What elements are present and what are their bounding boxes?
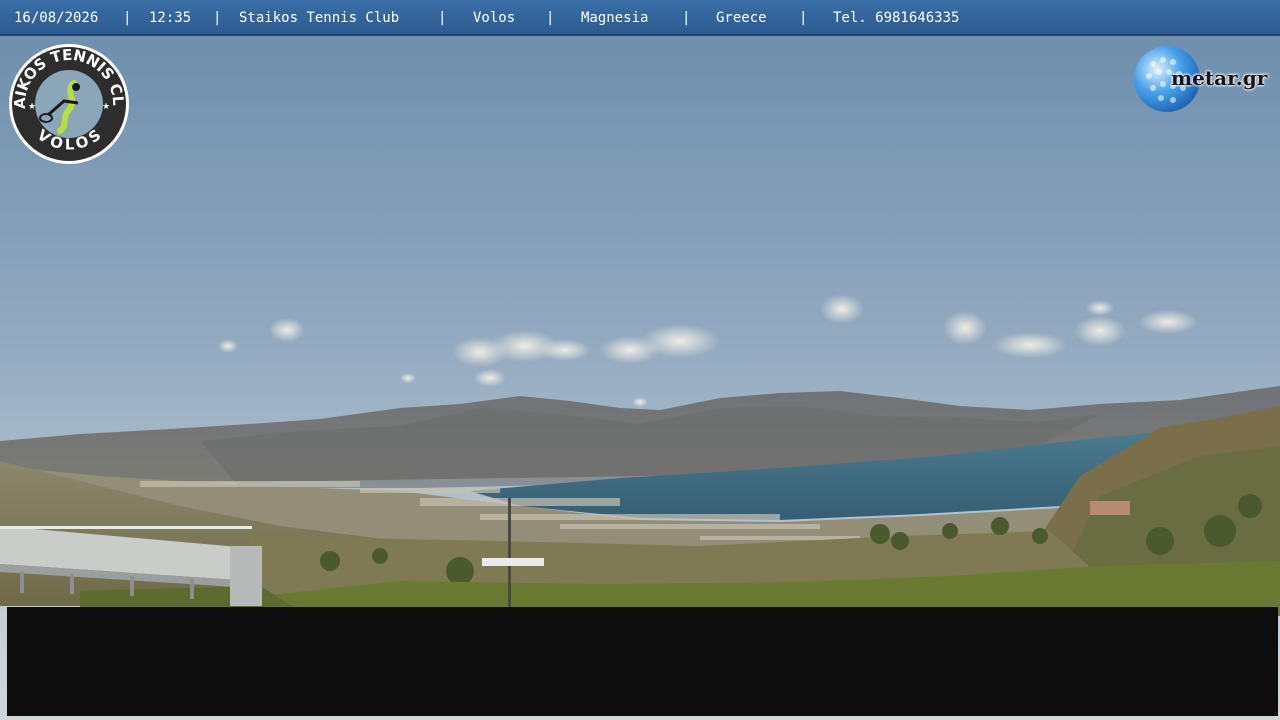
separator: | — [799, 10, 808, 26]
date-text: 16/08/2026 — [14, 10, 99, 26]
red-roof-house — [1090, 501, 1130, 515]
svg-text:★: ★ — [28, 102, 36, 112]
separator: | — [123, 10, 132, 26]
region-text: Magnesia — [581, 10, 649, 26]
separator: | — [213, 10, 222, 26]
phone-text: Tel. 6981646335 — [833, 10, 960, 26]
club-logo: STAIKOS TENNIS CLUB VOLOS ★ ★ — [8, 43, 129, 164]
time-text: 12:35 — [149, 10, 192, 26]
metar-logo-text: metar.gr — [1171, 66, 1268, 90]
overlay-black-box — [7, 607, 1278, 716]
country-text: Greece — [716, 10, 767, 26]
webcam-frame: 16/08/2026 | 12:35 | Staikos Tennis Club… — [0, 0, 1280, 720]
separator: | — [546, 10, 555, 26]
city-text: Volos — [473, 10, 516, 26]
club-name-text: Staikos Tennis Club — [239, 10, 400, 26]
white-roof — [482, 558, 544, 566]
svg-text:★: ★ — [102, 102, 110, 112]
separator: | — [682, 10, 691, 26]
info-header-bar: 16/08/2026 | 12:35 | Staikos Tennis Club… — [0, 0, 1280, 36]
separator: | — [438, 10, 447, 26]
utility-pole — [508, 498, 511, 608]
